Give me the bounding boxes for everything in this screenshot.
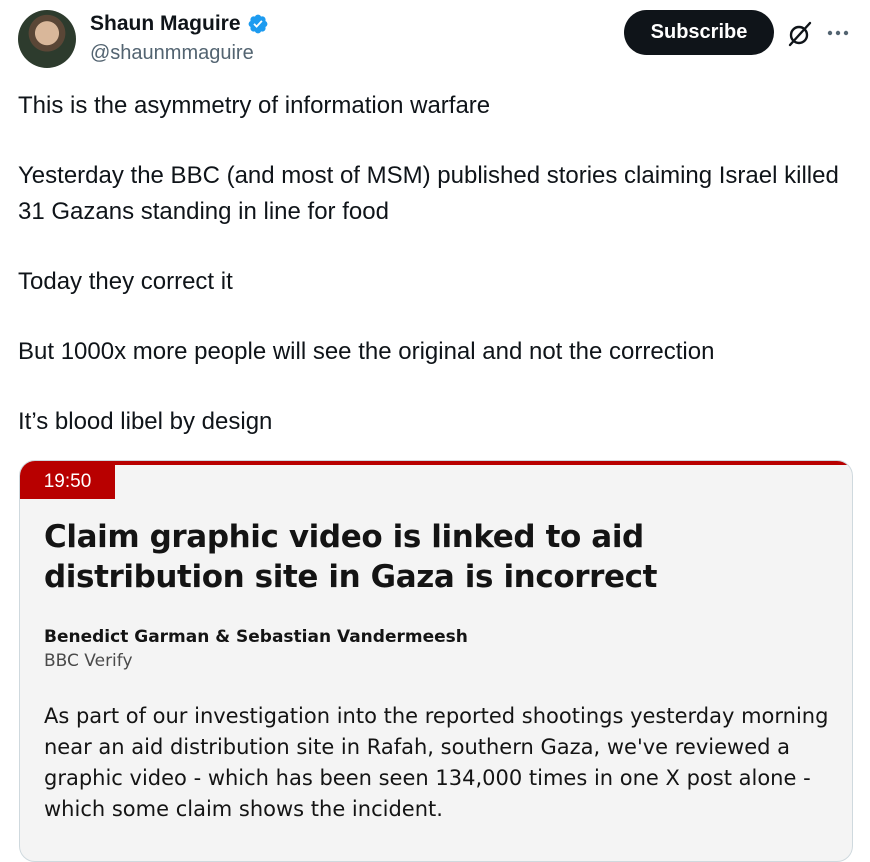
time-badge: 19:50 bbox=[20, 465, 115, 499]
author-handle[interactable]: @shaunmmaguire bbox=[90, 40, 269, 66]
tweet-paragraph: Today they correct it bbox=[18, 268, 233, 295]
tweet-paragraph: But 1000x more people will see the origi… bbox=[18, 338, 715, 365]
tweet-paragraph: It’s blood libel by design bbox=[18, 408, 273, 435]
subscribe-button[interactable]: Subscribe bbox=[624, 10, 774, 55]
embedded-image-card[interactable]: 19:50 Claim graphic video is linked to a… bbox=[19, 460, 853, 862]
card-source: BBC Verify bbox=[44, 651, 133, 671]
avatar[interactable] bbox=[18, 10, 76, 68]
tweet-text: This is the asymmetry of information war… bbox=[18, 88, 848, 440]
tweet-paragraph: Yesterday the BBC (and most of MSM) publ… bbox=[18, 162, 839, 225]
author-display-name[interactable]: Shaun Maguire bbox=[90, 12, 241, 36]
tweet-paragraph: This is the asymmetry of information war… bbox=[18, 92, 491, 119]
more-icon[interactable] bbox=[826, 28, 850, 38]
card-body-text: As part of our investigation into the re… bbox=[44, 704, 829, 821]
author-block: Shaun Maguire @shaunmmaguire bbox=[90, 12, 269, 66]
card-headline: Claim graphic video is linked to aid dis… bbox=[44, 519, 658, 595]
verified-badge-icon bbox=[248, 14, 267, 34]
card-accent-line bbox=[20, 461, 852, 465]
name-row: Shaun Maguire bbox=[90, 12, 269, 36]
card-authors: Benedict Garman & Sebastian Vandermeesh bbox=[44, 627, 468, 647]
grok-icon[interactable] bbox=[786, 20, 814, 48]
